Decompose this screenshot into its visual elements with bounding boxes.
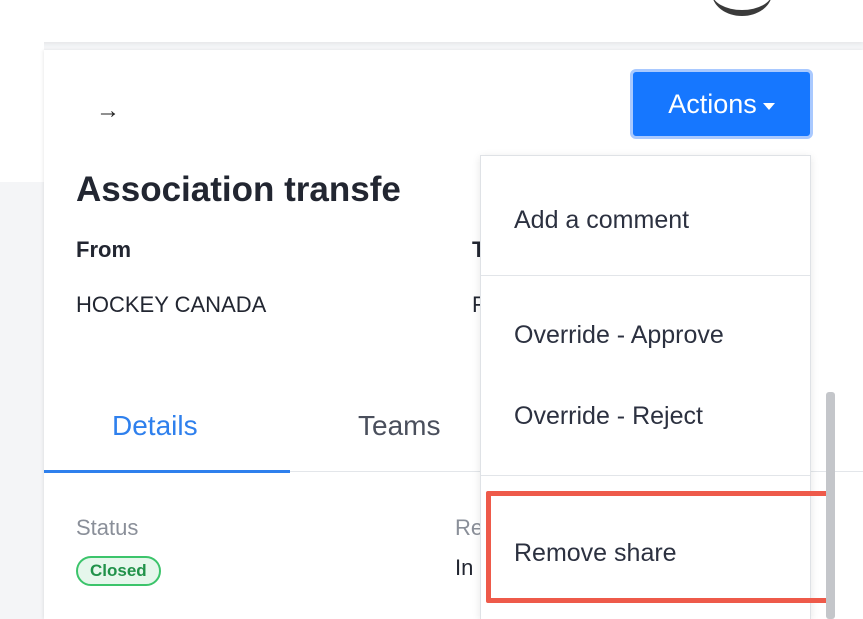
active-tab-indicator xyxy=(44,470,290,473)
status-badge: Closed xyxy=(76,556,161,586)
caret-down-icon xyxy=(762,102,775,110)
top-bar xyxy=(0,0,863,42)
from-label: From xyxy=(76,237,131,262)
status-label: Status xyxy=(76,515,139,540)
from-value: HOCKEY CANADA xyxy=(76,292,267,317)
arrow-right-icon[interactable]: → xyxy=(93,96,123,126)
tab-details[interactable]: Details xyxy=(112,410,198,442)
left-background-top xyxy=(0,42,44,182)
menu-item-override-approve[interactable]: Override - Approve xyxy=(514,321,724,350)
second-field-label: Re xyxy=(455,515,481,540)
tab-teams[interactable]: Teams xyxy=(358,410,440,442)
highlight-box xyxy=(486,491,831,603)
avatar[interactable] xyxy=(712,0,772,16)
scrollbar[interactable] xyxy=(826,392,835,619)
second-field-value: In xyxy=(455,555,474,580)
actions-button-label: Actions xyxy=(668,88,757,119)
actions-button[interactable]: Actions xyxy=(630,69,813,139)
menu-divider xyxy=(481,275,810,276)
page-title: Association transfe xyxy=(76,170,401,209)
menu-item-override-reject[interactable]: Override - Reject xyxy=(514,402,703,431)
menu-item-add-comment[interactable]: Add a comment xyxy=(514,206,689,235)
menu-divider xyxy=(481,475,810,476)
left-background xyxy=(0,42,44,619)
